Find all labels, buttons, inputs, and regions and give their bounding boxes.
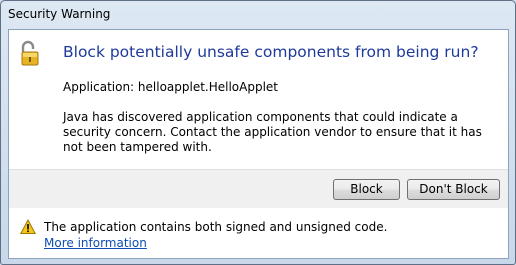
- warning-description: Java has discovered application componen…: [63, 110, 482, 154]
- button-bar: Block Don't Block: [9, 169, 508, 209]
- dont-block-button[interactable]: Don't Block: [407, 179, 500, 200]
- title-bar[interactable]: Security Warning: [1, 1, 515, 29]
- dialog-content: Block potentially unsafe components from…: [8, 29, 509, 259]
- signed-unsigned-notice: The application contains both signed and…: [44, 220, 388, 234]
- block-button[interactable]: Block: [333, 179, 400, 200]
- more-information-link[interactable]: More information: [44, 236, 147, 250]
- footer-notice: The application contains both signed and…: [9, 208, 508, 258]
- security-warning-window: Security Warning Block potentially unsaf…: [0, 0, 516, 265]
- application-name: Application: helloapplet.HelloApplet: [63, 80, 279, 94]
- dialog-heading: Block potentially unsafe components from…: [63, 43, 479, 61]
- window-title: Security Warning: [8, 7, 111, 21]
- warning-icon: [20, 219, 36, 234]
- open-padlock-icon: [21, 40, 39, 66]
